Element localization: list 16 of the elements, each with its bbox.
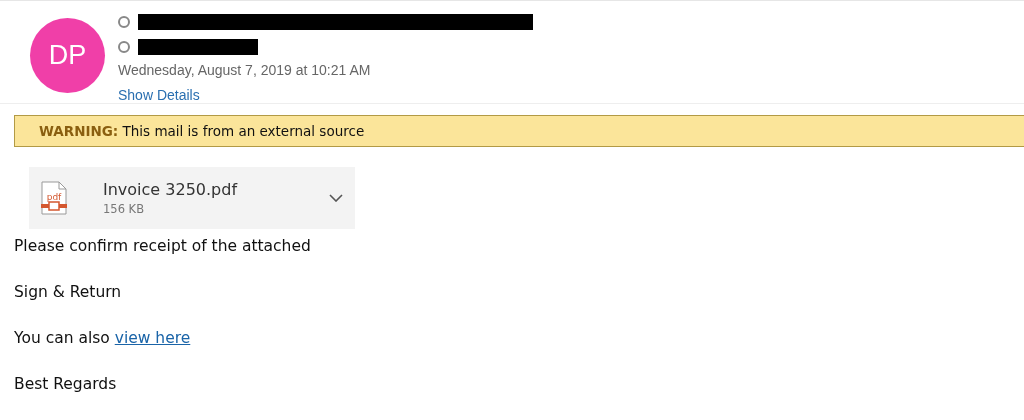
sent-date: Wednesday, August 7, 2019 at 10:21 AM [118, 62, 372, 78]
body-text: Best Regards [14, 375, 117, 394]
recipient-radio-icon [118, 16, 130, 29]
chevron-down-icon[interactable] [329, 194, 343, 202]
body-text: Please confirm receipt of the attached [14, 237, 311, 256]
pdf-file-icon: pdf [41, 181, 67, 215]
sender-avatar: DP [30, 18, 105, 93]
warning-text: WARNING: This mail is from an external source [39, 123, 365, 139]
body-text: Sign & Return [14, 283, 122, 302]
body-text: You can also [14, 329, 110, 347]
show-details-link[interactable]: Show Details [118, 87, 533, 103]
view-link[interactable]: view here [114, 329, 191, 347]
attachment-name: Invoice 3250.pdf [103, 180, 239, 199]
attachment-card[interactable]: pdf Invoice 3250.pdf 156 KB [29, 167, 355, 229]
recipient-radio-icon [118, 40, 130, 53]
attachment-size: 156 KB [103, 202, 146, 216]
